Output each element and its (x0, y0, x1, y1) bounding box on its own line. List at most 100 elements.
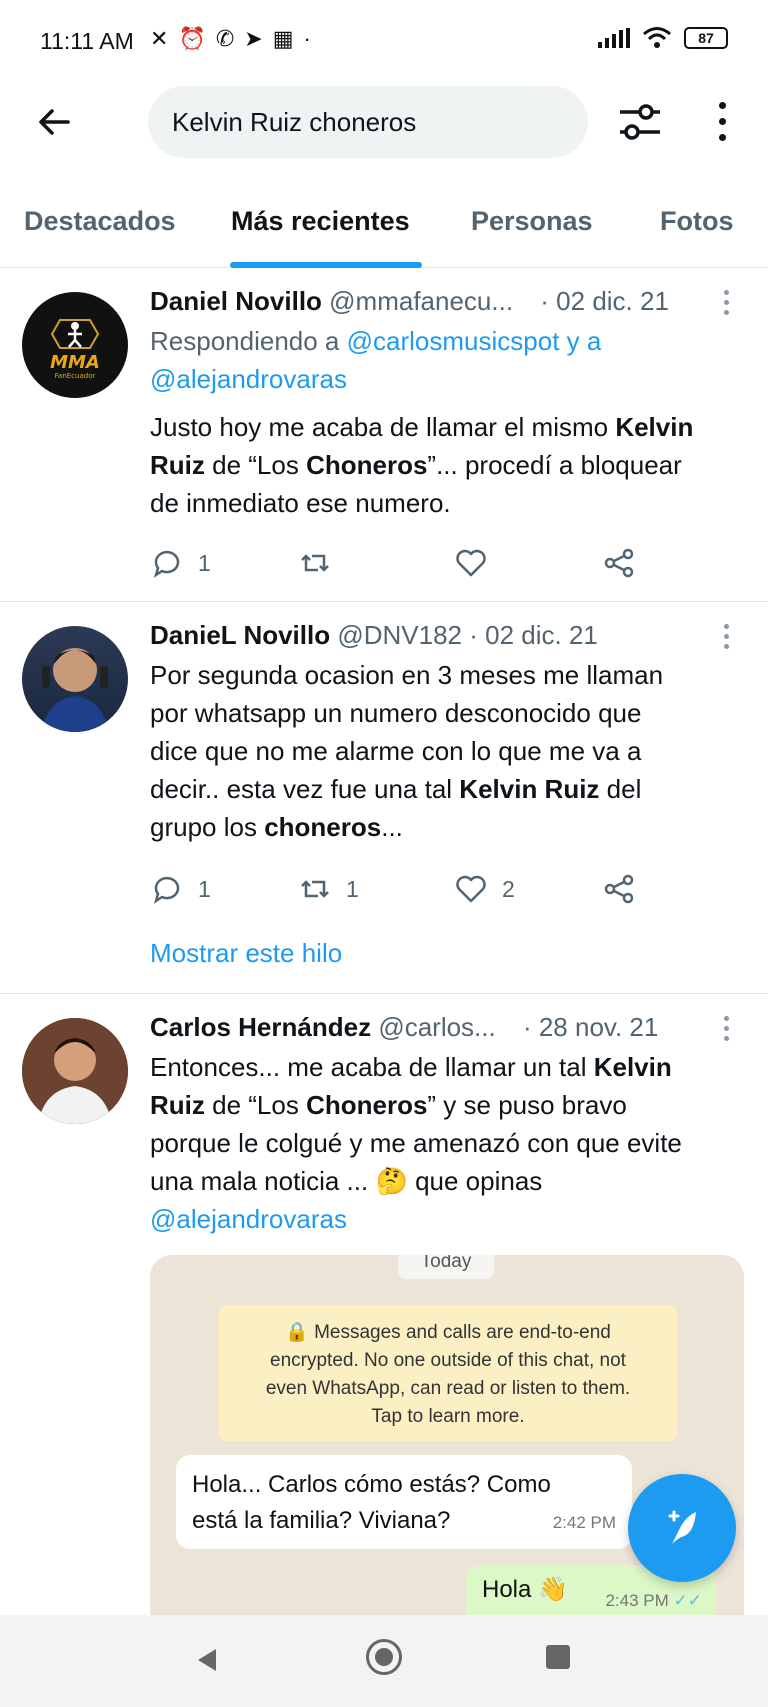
share-icon (604, 548, 634, 578)
tweet-actions: 1 (150, 546, 650, 586)
reply-icon (153, 550, 180, 578)
author-handle[interactable]: @DNV182 (337, 620, 462, 650)
author-name[interactable]: Daniel Novillo (150, 286, 322, 316)
tweet-text-line: Ruiz de “Los Choneros” y se puso bravo (150, 1090, 627, 1120)
back-arrow-icon[interactable] (34, 102, 74, 142)
tweet[interactable]: DanieL Novillo @DNV182 · 02 dic. 21 Por … (0, 602, 768, 994)
share-button[interactable] (602, 546, 636, 580)
show-thread-link[interactable]: Mostrar este hilo (150, 938, 342, 969)
tweet-menu-icon[interactable] (724, 1016, 732, 1046)
like-button[interactable] (454, 546, 502, 580)
share-icon (604, 874, 634, 904)
tweet-text-line: por whatsapp un numero desconocido que (150, 698, 642, 728)
reply-icon (153, 876, 180, 904)
heart-icon (456, 549, 486, 577)
retweet-button[interactable] (298, 546, 346, 580)
tab-mas-recientes[interactable]: Más recientes (231, 206, 410, 237)
tab-personas[interactable]: Personas (471, 206, 593, 237)
user-photo-icon (42, 648, 108, 732)
tweet-text-line: una mala noticia ... 🤔 que opinas (150, 1166, 543, 1196)
tweet-date[interactable]: · 28 nov. 21 (523, 1012, 658, 1042)
lock-icon: 🔒 (285, 1322, 309, 1343)
more-options-icon[interactable] (712, 98, 732, 146)
search-input[interactable]: Kelvin Ruiz choneros (148, 86, 588, 158)
author-handle[interactable]: @mmafanecu... (329, 286, 513, 316)
incoming-message: Hola... Carlos cómo estás? Como está la … (176, 1455, 632, 1549)
reply-context: Respondiendo a @carlosmusicspot y a (150, 326, 601, 357)
nav-back-icon[interactable] (194, 1647, 220, 1673)
tweet-text-line: Por segunda ocasion en 3 meses me llaman (150, 660, 664, 690)
compose-tweet-icon (668, 1510, 696, 1544)
mma-logo-icon: MMA FanEcuador (50, 319, 100, 380)
thinking-face-emoji: 🤔 (375, 1166, 408, 1196)
avatar[interactable] (22, 626, 128, 732)
status-time: 11:11 AM (40, 28, 134, 54)
tweet-text-line: Entonces... me acaba de llamar un tal Ke… (150, 1052, 672, 1082)
reply-mention-link[interactable]: @alejandrovaras (150, 364, 347, 395)
retweet-icon (301, 880, 329, 898)
tweet-text-line: porque le colgué y me amenazó con que ev… (150, 1128, 682, 1158)
like-button[interactable]: 2 (454, 872, 515, 906)
wifi-icon (643, 27, 671, 48)
reply-mention-link[interactable]: @carlosmusicspot y a (347, 326, 602, 356)
tweet[interactable]: MMA FanEcuador Daniel Novillo @mmafanecu… (0, 268, 768, 602)
tweet-text-line: Ruiz de “Los Choneros”... procedí a bloq… (150, 450, 682, 480)
reply-prefix: Respondiendo a (150, 326, 340, 356)
encryption-notice: 🔒 Messages and calls are end-to-end encr… (218, 1305, 678, 1441)
tab-destacados[interactable]: Destacados (24, 206, 176, 237)
author-name[interactable]: Carlos Hernández (150, 1012, 371, 1042)
retweet-count: 1 (346, 875, 359, 902)
filter-icon[interactable] (616, 100, 664, 144)
tweet-text-line: decir.. esta vez fue una tal Kelvin Ruiz… (150, 774, 642, 804)
retweet-icon (301, 554, 329, 572)
chat-date-pill: Today (398, 1255, 494, 1279)
tweet-text-line: de inmediato ese numero. (150, 488, 451, 518)
app-icon: ▦ (272, 26, 294, 51)
like-count: 2 (502, 875, 515, 902)
author-name[interactable]: DanieL Novillo (150, 620, 330, 650)
status-right: 87 (598, 26, 728, 50)
reply-count: 1 (198, 549, 211, 576)
message-time: 2:43 PM ✓✓ (605, 1591, 703, 1610)
nav-home-icon[interactable] (366, 1639, 402, 1675)
tweet-actions: 1 1 2 (150, 872, 650, 912)
reply-button[interactable]: 1 (150, 872, 211, 906)
battery-icon: 87 (684, 27, 728, 49)
mention-link[interactable]: @alejandrovaras (150, 1204, 347, 1235)
svg-text:FanEcuador: FanEcuador (55, 372, 96, 380)
tweet-date[interactable]: · 02 dic. 21 (469, 620, 598, 650)
avatar[interactable]: MMA FanEcuador (22, 292, 128, 398)
tweet-menu-icon[interactable] (724, 624, 732, 654)
search-tabs: Destacados Más recientes Personas Fotos (0, 180, 768, 268)
telegram-icon: ➤ (244, 26, 263, 51)
tweet-text-line: grupo los choneros... (150, 812, 403, 842)
retweet-button[interactable]: 1 (298, 872, 359, 906)
alarm-icon: ⏰ (178, 26, 206, 51)
tweet-header: DanieL Novillo @DNV182 · 02 dic. 21 (150, 620, 598, 651)
whatsapp-icon: ✆ (215, 26, 235, 51)
tweet-menu-icon[interactable] (724, 290, 732, 320)
read-ticks-icon: ✓✓ (673, 1591, 703, 1610)
avatar[interactable] (22, 1018, 128, 1124)
tweet-header: Daniel Novillo @mmafanecu... · 02 dic. 2… (150, 286, 669, 317)
message-time: 2:42 PM (552, 1513, 616, 1532)
author-handle[interactable]: @carlos... (378, 1012, 495, 1042)
status-notification-icons: ✕ ⏰ ✆ ➤ ▦ · (150, 26, 311, 52)
reply-button[interactable]: 1 (150, 546, 211, 580)
silent-icon: ✕ (150, 26, 169, 51)
system-nav-bar (0, 1615, 768, 1707)
search-header: Kelvin Ruiz choneros (0, 80, 768, 180)
heart-icon (456, 875, 486, 903)
tweet-date[interactable]: · 02 dic. 21 (540, 286, 669, 316)
tweet-header: Carlos Hernández @carlos... · 28 nov. 21 (150, 1012, 658, 1043)
compose-tweet-button[interactable] (628, 1474, 736, 1582)
status-bar: 11:11 AM ✕ ⏰ ✆ ➤ ▦ · 87 (0, 0, 768, 80)
nav-recents-icon[interactable] (546, 1645, 570, 1669)
svg-text:MMA: MMA (50, 352, 100, 373)
tweet-text-line: Justo hoy me acaba de llamar el mismo Ke… (150, 412, 694, 442)
signal-icon (598, 28, 630, 48)
tab-fotos[interactable]: Fotos (660, 206, 734, 237)
reply-count: 1 (198, 875, 211, 902)
more-notifications-icon: · (303, 26, 311, 51)
share-button[interactable] (602, 872, 636, 906)
